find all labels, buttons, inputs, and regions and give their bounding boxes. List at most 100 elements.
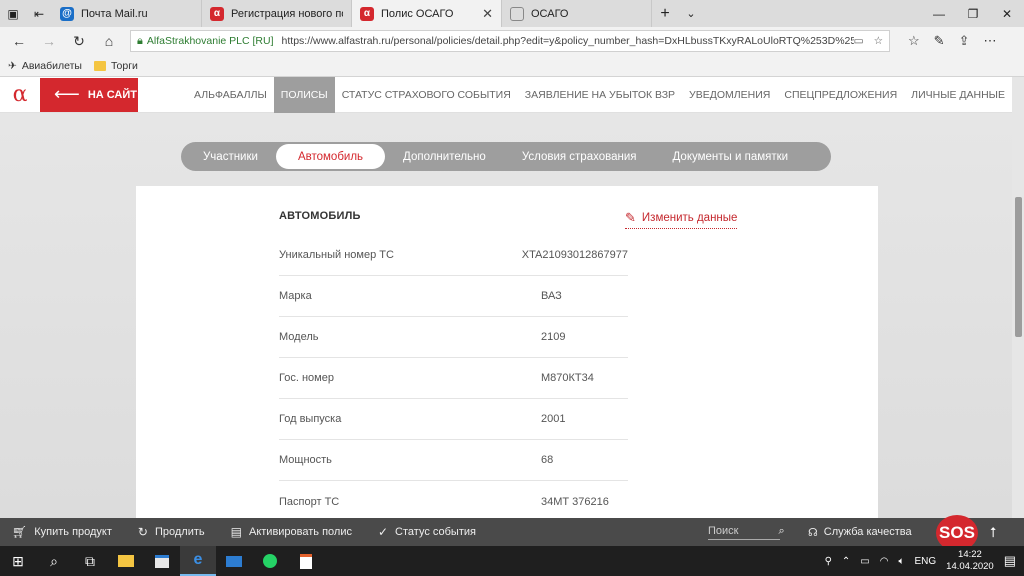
pen-icon[interactable]: ✎ (934, 33, 945, 49)
window-controls: — ❐ ✕ (922, 0, 1024, 27)
card-title: АВТОМОБИЛЬ (279, 210, 361, 222)
tab-title: Почта Mail.ru (81, 7, 148, 20)
field-value: М870КТ34 (541, 372, 594, 384)
back-to-site-button[interactable]: ⟵ НА САЙТ (40, 77, 138, 112)
activate-policy-button[interactable]: ▤ Активировать полис (219, 525, 352, 539)
store-icon[interactable] (144, 546, 180, 576)
quality-service-label: Служба качества (823, 526, 912, 538)
site-search-input[interactable]: Поиск ⌕ (707, 525, 785, 540)
document-app-icon[interactable] (288, 546, 324, 576)
tab-list-icon[interactable]: ▣ (0, 0, 26, 27)
buy-product-button[interactable]: 🛒︎ Купить продукт (0, 525, 112, 539)
field-value: XTA21093012867977 (521, 249, 628, 261)
favorite-label: Торги (110, 59, 138, 72)
clock[interactable]: 14:22 14.04.2020 (946, 549, 994, 573)
alfa-logo-icon[interactable]: α (0, 77, 40, 113)
minimize-icon[interactable]: — (922, 0, 956, 27)
edge-icon[interactable]: e (180, 546, 216, 576)
tab-insurance-terms[interactable]: Условия страхования (504, 144, 655, 169)
tab-title: Полис ОСАГО (381, 7, 454, 20)
event-status-button[interactable]: ✓ Статус события (366, 525, 476, 539)
whatsapp-icon[interactable] (252, 546, 288, 576)
mailru-icon: @ (60, 6, 74, 21)
favorite-torgi[interactable]: Торги (93, 59, 138, 72)
favorite-aviatickets[interactable]: ✈ Авиабилеты (8, 60, 82, 72)
windows-start-icon[interactable]: ⊞ (0, 546, 36, 576)
close-icon[interactable]: ✕ (482, 6, 493, 22)
task-view-icon[interactable]: ⧉ (72, 546, 108, 576)
scrollbar-thumb[interactable] (1015, 197, 1022, 337)
field-row-passport: Паспорт ТС 34МТ 376216 (279, 481, 628, 522)
field-value: 2001 (541, 413, 566, 425)
set-aside-tabs-icon[interactable]: ⇤ (26, 0, 52, 27)
tab-participants[interactable]: Участники (185, 144, 276, 169)
reading-view-icon[interactable]: ▭ (854, 35, 864, 47)
vehicle-card: АВТОМОБИЛЬ ✎ Изменить данные Уникальный … (136, 186, 878, 518)
browser-toolbar: ☆ ✎ ⇪ ⋯ (908, 33, 996, 49)
field-value: ВАЗ (541, 290, 562, 302)
nav-notifications[interactable]: УВЕДОМЛЕНИЯ (682, 77, 777, 113)
nav-offers[interactable]: СПЕЦПРЕДЛОЖЕНИЯ (777, 77, 904, 113)
extend-button[interactable]: ↻ Продлить (126, 525, 205, 539)
page-scrollbar[interactable] (1012, 77, 1024, 518)
favorites-icon[interactable]: ☆ (908, 33, 920, 49)
airplane-icon: ✈ (8, 59, 17, 72)
field-value: 68 (541, 454, 554, 466)
home-icon[interactable]: ⌂ (94, 33, 124, 49)
url-text: https://www.alfastrah.ru/personal/polici… (281, 35, 854, 47)
arrow-left-icon: ⟵ (54, 84, 80, 104)
edit-data-link[interactable]: ✎ Изменить данные (625, 210, 738, 229)
nav-travel-claim[interactable]: ЗАЯВЛЕНИЕ НА УБЫТОК ВЗР (518, 77, 682, 113)
notifications-icon[interactable]: ▤ (1004, 553, 1016, 569)
clock-time: 14:22 (958, 549, 982, 560)
browser-tab-osago-policy[interactable]: α Полис ОСАГО ✕ (352, 0, 502, 27)
nav-policies[interactable]: ПОЛИСЫ (273, 76, 335, 113)
policy-section-tabs: Участники Автомобиль Дополнительно Услов… (181, 142, 831, 171)
tab-title: Регистрация нового польз (231, 7, 343, 20)
volume-icon[interactable]: 🔈︎ (898, 556, 904, 567)
nav-personal-data[interactable]: ЛИЧНЫЕ ДАННЫЕ (904, 77, 1012, 113)
renew-icon: ↻ (137, 525, 148, 539)
new-tab-icon[interactable]: + (652, 0, 678, 27)
quality-service-button[interactable]: ☊ Служба качества (808, 526, 912, 539)
field-label: Модель (279, 331, 319, 343)
forward-arrow-icon[interactable]: → (34, 33, 64, 49)
window-close-icon[interactable]: ✕ (990, 0, 1024, 27)
favorite-star-icon[interactable]: ☆ (874, 35, 883, 47)
search-icon[interactable]: ⌕ (36, 546, 72, 576)
people-icon[interactable]: ⚲ (825, 556, 832, 567)
wifi-icon[interactable]: ◠ (880, 556, 889, 567)
nav-alfaballs[interactable]: АЛЬФАБАЛЛЫ (187, 77, 274, 113)
language-indicator[interactable]: ENG (914, 556, 936, 567)
more-icon[interactable]: ⋯ (983, 33, 996, 49)
field-row-year: Год выпуска 2001 (279, 399, 628, 440)
browser-tab-registration[interactable]: α Регистрация нового польз (202, 0, 352, 27)
mail-icon[interactable] (216, 546, 252, 576)
browser-tab-mailru[interactable]: @ Почта Mail.ru (52, 0, 202, 27)
restore-icon[interactable]: ❐ (956, 0, 990, 27)
alfa-icon: α (360, 6, 374, 21)
chevron-down-icon[interactable]: ⌄ (678, 0, 704, 27)
event-status-label: Статус события (395, 526, 476, 538)
scroll-top-icon[interactable]: ⭡ (990, 524, 997, 541)
page-icon (510, 6, 524, 21)
tab-title: ОСАГО (531, 7, 569, 20)
nav-claim-status[interactable]: СТАТУС СТРАХОВОГО СОБЫТИЯ (335, 77, 518, 113)
refresh-icon[interactable]: ↻ (64, 33, 94, 50)
field-label: Год выпуска (279, 413, 342, 425)
share-icon[interactable]: ⇪ (959, 33, 970, 49)
tab-vehicle[interactable]: Автомобиль (275, 144, 386, 169)
search-icon[interactable]: ⌕ (778, 525, 784, 538)
lock-icon: 🔒︎ (137, 34, 143, 47)
url-actions: ▭ ☆ (854, 35, 883, 47)
network-icon[interactable]: ▭ (860, 556, 869, 567)
headset-icon: ☊ (807, 526, 818, 539)
field-label: Гос. номер (279, 372, 334, 384)
tab-additional[interactable]: Дополнительно (385, 144, 504, 169)
file-explorer-icon[interactable] (108, 546, 144, 576)
chevron-up-icon[interactable]: ⌃ (842, 556, 850, 567)
tab-documents[interactable]: Документы и памятки (655, 144, 807, 169)
url-field[interactable]: 🔒︎ AlfaStrakhovanie PLC [RU] https://www… (130, 30, 890, 52)
back-arrow-icon[interactable]: ← (4, 33, 34, 49)
browser-tab-osago[interactable]: ОСАГО (502, 0, 652, 27)
